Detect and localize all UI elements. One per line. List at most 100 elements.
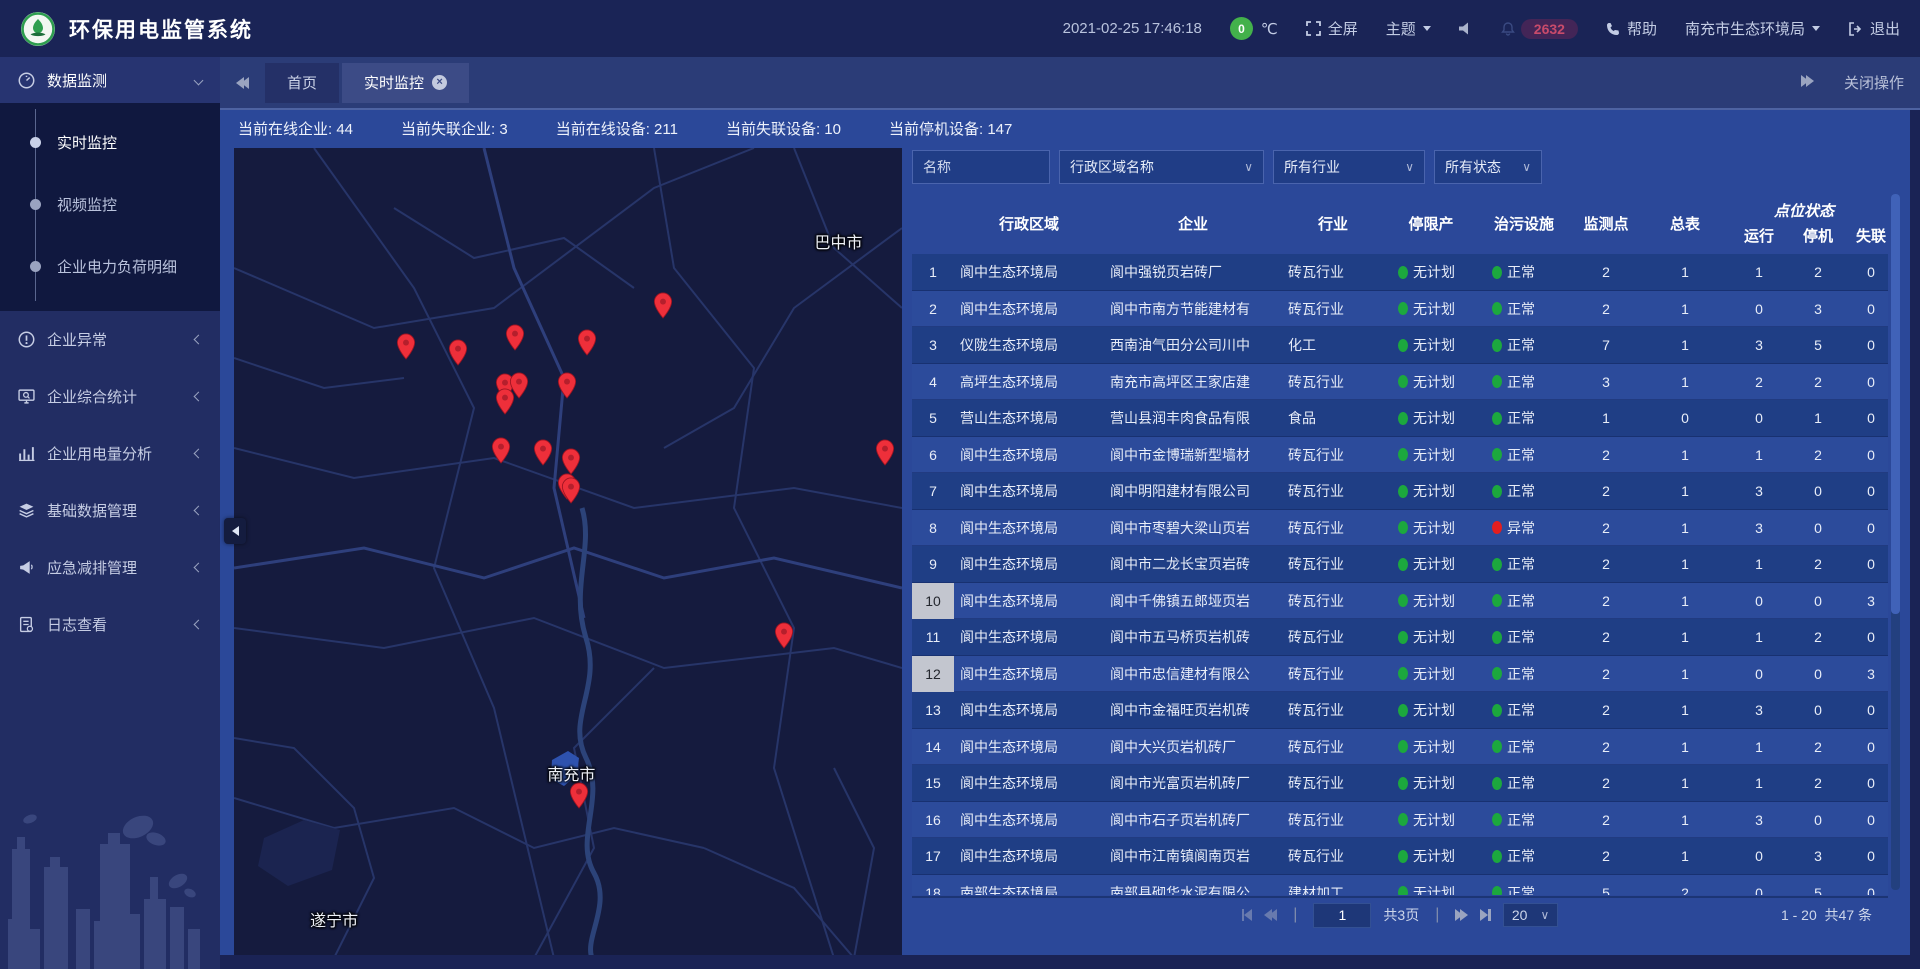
- map-pin[interactable]: [533, 439, 552, 466]
- help-button[interactable]: 帮助: [1606, 18, 1657, 39]
- cell-stopped: 0: [1790, 666, 1846, 682]
- sidebar-group-enterprise-abnormal[interactable]: 企业异常: [0, 311, 220, 368]
- sidebar-item-video-monitor[interactable]: 视频监控: [0, 173, 220, 235]
- status-dot: [1492, 850, 1502, 863]
- sidebar-item-realtime-monitor[interactable]: 实时监控: [0, 111, 220, 173]
- table-row[interactable]: 6阆中生态环境局阆中市金博瑞新型墙材砖瓦行业无计划正常21120: [912, 437, 1888, 474]
- map-pin[interactable]: [569, 782, 588, 809]
- map-pin[interactable]: [774, 622, 793, 649]
- map-canvas[interactable]: 巴中市南充市遂宁市: [234, 148, 902, 955]
- page-size-select[interactable]: 20∨: [1503, 903, 1558, 927]
- table-row[interactable]: 7阆中生态环境局阆中明阳建材有限公司砖瓦行业无计划正常21300: [912, 473, 1888, 510]
- logout-button[interactable]: 退出: [1848, 18, 1900, 39]
- cell-row-number: 7: [912, 473, 954, 510]
- table-row[interactable]: 8阆中生态环境局阆中市枣碧大梁山页岩砖瓦行业无计划异常21300: [912, 510, 1888, 547]
- notification-button[interactable]: 2632: [1501, 19, 1578, 39]
- org-dropdown[interactable]: 南充市生态环境局: [1685, 18, 1820, 39]
- cell-running: 1: [1728, 739, 1790, 755]
- mute-button[interactable]: [1459, 22, 1473, 35]
- temperature-badge: 0: [1230, 17, 1253, 40]
- sidebar-group-power-usage-analysis[interactable]: 企业用电量分析: [0, 425, 220, 482]
- tab-首页[interactable]: 首页: [265, 63, 339, 103]
- sidebar-item-power-load-detail[interactable]: 企业电力负荷明细: [0, 235, 220, 297]
- sidebar-group-enterprise-statistics[interactable]: 企业综合统计: [0, 368, 220, 425]
- next-page-button[interactable]: [1455, 909, 1468, 921]
- collapse-panel-button[interactable]: [224, 518, 246, 544]
- map-pin[interactable]: [496, 388, 515, 415]
- theme-dropdown[interactable]: 主题: [1386, 18, 1431, 39]
- stat-3: 当前失联设备: 10: [726, 118, 841, 139]
- table-scrollbar[interactable]: [1891, 194, 1900, 890]
- table-row[interactable]: 15阆中生态环境局阆中市光富页岩机砖厂砖瓦行业无计划正常21120: [912, 765, 1888, 802]
- sidebar-group-data-monitoring[interactable]: 数据监测: [0, 57, 220, 103]
- map-pin[interactable]: [561, 477, 580, 504]
- status-dot: [1398, 740, 1408, 753]
- table-row[interactable]: 14阆中生态环境局阆中大兴页岩机砖厂砖瓦行业无计划正常21120: [912, 729, 1888, 766]
- fullscreen-button[interactable]: 全屏: [1306, 18, 1358, 39]
- column-group-header: 点位状态: [1720, 200, 1888, 221]
- scroll-tabs-right-button[interactable]: [1801, 74, 1814, 91]
- cell-stopped: 0: [1790, 702, 1846, 718]
- map-pin[interactable]: [506, 324, 525, 351]
- status-dot: [1492, 631, 1502, 644]
- table-row[interactable]: 18南部生态环境局南部县砌华水泥有限公建材加工无计划正常52050: [912, 875, 1888, 896]
- cell-disconnected: 0: [1846, 702, 1888, 718]
- table-row[interactable]: 9阆中生态环境局阆中市二龙长宝页岩砖砖瓦行业无计划正常21120: [912, 546, 1888, 583]
- sidebar-group-emergency-reduction[interactable]: 应急减排管理: [0, 539, 220, 596]
- table-row[interactable]: 11阆中生态环境局阆中市五马桥页岩机砖砖瓦行业无计划正常21120: [912, 619, 1888, 656]
- last-page-button[interactable]: [1480, 909, 1491, 921]
- table-row[interactable]: 3仪陇生态环境局西南油气田分公司川中化工无计划正常71350: [912, 327, 1888, 364]
- map-pin[interactable]: [397, 333, 416, 360]
- cell-running: 0: [1728, 593, 1790, 609]
- cell-industry: 砖瓦行业: [1282, 554, 1384, 574]
- map-pin[interactable]: [449, 339, 468, 366]
- name-search-input[interactable]: [912, 150, 1050, 184]
- close-tab-icon[interactable]: [432, 75, 447, 90]
- map-pin[interactable]: [653, 292, 672, 319]
- map-pin[interactable]: [557, 372, 576, 399]
- cell-disconnected: 0: [1846, 556, 1888, 572]
- close-operations-dropdown[interactable]: 关闭操作: [1844, 72, 1904, 93]
- cell-industry: 化工: [1282, 335, 1384, 355]
- table-row[interactable]: 12阆中生态环境局阆中市忠信建材有限公砖瓦行业无计划正常21003: [912, 656, 1888, 693]
- first-page-button[interactable]: [1242, 909, 1253, 921]
- cell-total-meters: 1: [1642, 483, 1728, 499]
- prev-page-button[interactable]: [1264, 909, 1277, 921]
- cell-facility-status: 正常: [1478, 372, 1570, 392]
- cell-row-number: 2: [912, 291, 954, 328]
- chevron-down-icon: [194, 75, 204, 85]
- industry-select[interactable]: 所有行业∨: [1273, 150, 1425, 184]
- status-dot: [1398, 521, 1408, 534]
- table-row[interactable]: 17阆中生态环境局阆中市江南镇阆南页岩砖瓦行业无计划正常21030: [912, 838, 1888, 875]
- map-city-label: 遂宁市: [310, 907, 358, 931]
- status-dot: [1398, 777, 1408, 790]
- sidebar-group-label: 基础数据管理: [47, 500, 183, 521]
- table-row[interactable]: 13阆中生态环境局阆中市金福旺页岩机砖砖瓦行业无计划正常21300: [912, 692, 1888, 729]
- cell-facility-status: 正常: [1478, 591, 1570, 611]
- status-select[interactable]: 所有状态∨: [1434, 150, 1542, 184]
- tab-实时监控[interactable]: 实时监控: [342, 63, 469, 103]
- bar-chart-icon: [18, 445, 35, 462]
- scroll-tabs-left-button[interactable]: [236, 77, 249, 89]
- table-row[interactable]: 5营山生态环境局营山县润丰肉食品有限食品无计划正常10010: [912, 400, 1888, 437]
- map-pin[interactable]: [875, 439, 894, 466]
- table-row[interactable]: 16阆中生态环境局阆中市石子页岩机砖厂砖瓦行业无计划正常21300: [912, 802, 1888, 839]
- region-select[interactable]: 行政区域名称∨: [1059, 150, 1264, 184]
- cell-industry: 砖瓦行业: [1282, 664, 1384, 684]
- cell-limit-status: 无计划: [1384, 372, 1478, 392]
- map-pin[interactable]: [562, 448, 581, 475]
- table-row[interactable]: 2阆中生态环境局阆中市南方节能建材有砖瓦行业无计划正常21030: [912, 291, 1888, 328]
- map-pin[interactable]: [492, 437, 511, 464]
- table-row[interactable]: 1阆中生态环境局阆中强锐页岩砖厂砖瓦行业无计划正常21120: [912, 254, 1888, 291]
- chevron-left-icon: [194, 620, 204, 630]
- page-number-input[interactable]: [1313, 903, 1371, 928]
- cell-limit-status: 无计划: [1384, 846, 1478, 866]
- map-pin[interactable]: [578, 329, 597, 356]
- cell-row-number: 3: [912, 327, 954, 364]
- sidebar-group-base-data-management[interactable]: 基础数据管理: [0, 482, 220, 539]
- sidebar-group-log-view[interactable]: 日志查看: [0, 596, 220, 653]
- table-row[interactable]: 4高坪生态环境局南充市高坪区王家店建砖瓦行业无计划正常31220: [912, 364, 1888, 401]
- log-file-icon: [18, 616, 35, 633]
- cell-facility-status: 正常: [1478, 262, 1570, 282]
- table-row[interactable]: 10阆中生态环境局阆中千佛镇五郎垭页岩砖瓦行业无计划正常21003: [912, 583, 1888, 620]
